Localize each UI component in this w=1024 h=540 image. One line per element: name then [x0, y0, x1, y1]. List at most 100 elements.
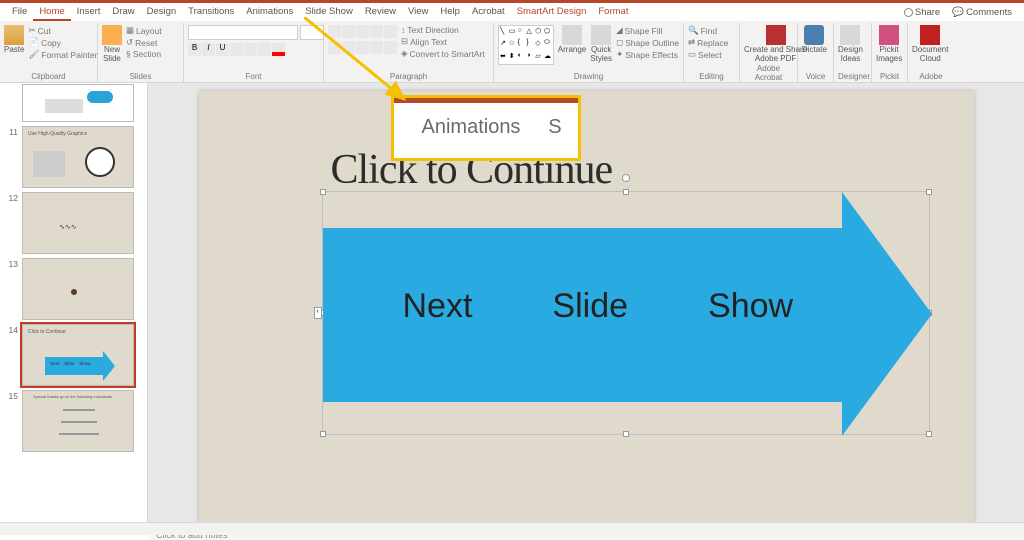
- select-button[interactable]: ▭ Select: [688, 49, 728, 60]
- share-button[interactable]: Share: [898, 7, 946, 18]
- pickit-icon: [879, 25, 899, 45]
- arrange-icon: [562, 25, 582, 45]
- group-cloud: Document Cloud Adobe: [908, 23, 954, 82]
- menu-insert[interactable]: Insert: [71, 3, 107, 21]
- menu-transitions[interactable]: Transitions: [182, 3, 240, 21]
- font-color-button[interactable]: [272, 43, 285, 56]
- mic-icon: [804, 25, 824, 45]
- group-voice: Dictate Voice: [798, 23, 834, 82]
- group-drawing: ╲▭○△⬡⬠ ↗☆{}◇⬭ ⬌⬍◐◑▱☁ Arrange Quick Style…: [494, 23, 684, 82]
- paste-icon: [4, 25, 24, 45]
- quickstyles-icon: [591, 25, 611, 45]
- align-text-button[interactable]: ⊟ Align Text: [401, 36, 485, 47]
- shapes-gallery[interactable]: ╲▭○△⬡⬠ ↗☆{}◇⬭ ⬌⬍◐◑▱☁: [498, 25, 554, 65]
- adobe-pdf-icon: [766, 25, 786, 45]
- selected-object-frame[interactable]: ‹ Next Slide Show: [322, 191, 930, 435]
- rotate-handle[interactable]: [622, 174, 630, 182]
- linespacing-button[interactable]: [384, 25, 397, 38]
- pickit-button[interactable]: Pickit Images: [876, 25, 902, 64]
- mini-arrow-icon: [45, 357, 103, 375]
- new-slide-button[interactable]: New Slide: [102, 25, 122, 64]
- format-painter-button[interactable]: 🖌 Format Painter: [28, 49, 97, 60]
- menu-design[interactable]: Design: [141, 3, 183, 21]
- design-ideas-button[interactable]: Design Ideas: [838, 25, 863, 64]
- menu-home[interactable]: Home: [33, 3, 70, 21]
- shape-effects-button[interactable]: ✦ Shape Effects: [616, 49, 679, 60]
- menu-review[interactable]: Review: [359, 3, 402, 21]
- convert-smartart-button[interactable]: ◈ Convert to SmartArt: [401, 48, 485, 59]
- arrow-text-2: Slide: [552, 287, 628, 326]
- thumb-11[interactable]: Use High-Quality Graphics: [22, 126, 134, 188]
- group-editing: 🔍 Find ⇄ Replace ▭ Select Editing: [684, 23, 740, 82]
- font-name-select[interactable]: [188, 25, 298, 40]
- arrow-text-3: Show: [708, 287, 793, 326]
- group-pickit: Pickit Images Pickit: [872, 23, 908, 82]
- menu-bar: File Home Insert Draw Design Transitions…: [0, 3, 1024, 21]
- section-button[interactable]: § Section: [126, 49, 162, 59]
- share-icon: [904, 8, 913, 17]
- reset-button[interactable]: ↺ Reset: [126, 37, 162, 48]
- design-ideas-icon: [840, 25, 860, 45]
- group-slides: New Slide ▦ Layout ↺ Reset § Section Sli…: [98, 23, 184, 82]
- menu-smartart[interactable]: SmartArt Design: [511, 3, 593, 21]
- animations-callout: Animations S: [391, 95, 581, 161]
- replace-button[interactable]: ⇄ Replace: [688, 37, 728, 48]
- menu-acrobat[interactable]: Acrobat: [466, 3, 511, 21]
- italic-button[interactable]: I: [202, 43, 215, 56]
- slide-canvas[interactable]: Click to Continue Animations S ‹: [199, 91, 974, 526]
- find-button[interactable]: 🔍 Find: [688, 25, 728, 36]
- arrow-shape[interactable]: Next Slide Show: [323, 192, 929, 434]
- doc-cloud-icon: [920, 25, 940, 45]
- columns-button[interactable]: [384, 41, 397, 54]
- menu-help[interactable]: Help: [434, 3, 466, 21]
- align-center-button[interactable]: [342, 41, 355, 54]
- quick-styles-button[interactable]: Quick Styles: [590, 25, 612, 64]
- adjust-handle[interactable]: ‹: [314, 307, 322, 319]
- menu-format[interactable]: Format: [592, 3, 634, 21]
- group-clipboard: Paste ✂ Cut 📄 Copy 🖌 Format Painter Clip…: [0, 23, 98, 82]
- text-direction-button[interactable]: ↕ Text Direction: [401, 25, 485, 35]
- group-paragraph: ↕ Text Direction ⊟ Align Text ◈ Convert …: [324, 23, 494, 82]
- thumb-13[interactable]: [22, 258, 134, 320]
- group-font: B I U Font: [184, 23, 324, 82]
- menu-view[interactable]: View: [402, 3, 434, 21]
- strike-button[interactable]: [230, 43, 243, 56]
- layout-button[interactable]: ▦ Layout: [126, 25, 162, 36]
- align-right-button[interactable]: [356, 41, 369, 54]
- menu-draw[interactable]: Draw: [106, 3, 140, 21]
- menu-file[interactable]: File: [6, 3, 33, 21]
- bullets-button[interactable]: [328, 25, 341, 38]
- status-bar: [0, 522, 1024, 535]
- arrow-text-1: Next: [403, 287, 473, 326]
- align-left-button[interactable]: [328, 41, 341, 54]
- thumb-15[interactable]: Special thanks go to the following indiv…: [22, 390, 134, 452]
- slide-thumbnails-panel: 11 Use High-Quality Graphics 12 ∿∿∿ 13 1…: [0, 83, 148, 522]
- spacing-button[interactable]: [258, 43, 271, 56]
- paste-button[interactable]: Paste: [4, 25, 24, 55]
- ribbon: Paste ✂ Cut 📄 Copy 🖌 Format Painter Clip…: [0, 21, 1024, 83]
- shape-outline-button[interactable]: ◻ Shape Outline: [616, 37, 679, 48]
- group-adobe: Create and Share Adobe PDF Adobe Acrobat: [740, 23, 798, 82]
- thumb-10[interactable]: [22, 84, 134, 122]
- comments-button[interactable]: 💬 Comments: [946, 7, 1018, 18]
- group-designer: Design Ideas Designer: [834, 23, 872, 82]
- thumb-12[interactable]: ∿∿∿: [22, 192, 134, 254]
- cut-button[interactable]: ✂ Cut: [28, 25, 97, 36]
- arrange-button[interactable]: Arrange: [558, 25, 586, 55]
- shadow-button[interactable]: [244, 43, 257, 56]
- menu-slideshow[interactable]: Slide Show: [299, 3, 359, 21]
- font-size-select[interactable]: [300, 25, 324, 40]
- justify-button[interactable]: [370, 41, 383, 54]
- shape-fill-button[interactable]: ◢ Shape Fill: [616, 25, 679, 36]
- dictate-button[interactable]: Dictate: [802, 25, 827, 55]
- doc-cloud-button[interactable]: Document Cloud: [912, 25, 948, 64]
- numbering-button[interactable]: [342, 25, 355, 38]
- bold-button[interactable]: B: [188, 43, 201, 56]
- new-slide-icon: [102, 25, 122, 45]
- underline-button[interactable]: U: [216, 43, 229, 56]
- indent-inc-button[interactable]: [370, 25, 383, 38]
- indent-dec-button[interactable]: [356, 25, 369, 38]
- thumb-14[interactable]: Click to Continue NextSlideShow: [22, 324, 134, 386]
- menu-animations[interactable]: Animations: [240, 3, 299, 21]
- copy-button[interactable]: 📄 Copy: [28, 37, 97, 48]
